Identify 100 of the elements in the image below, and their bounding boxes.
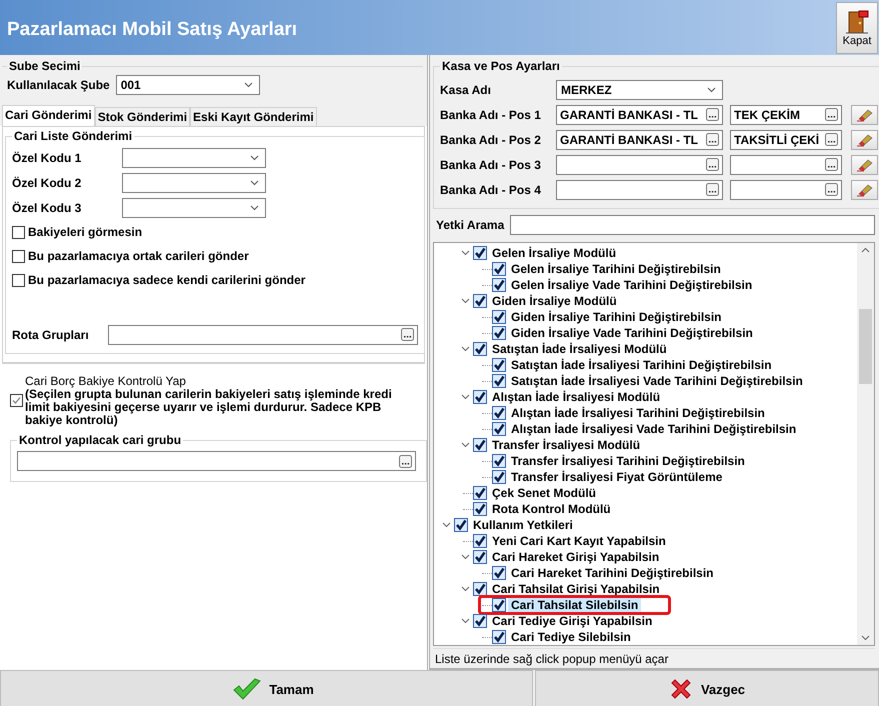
checkbox[interactable] [473, 486, 487, 500]
checkbox[interactable] [473, 550, 487, 564]
ellipsis-icon[interactable] [706, 108, 719, 121]
checkbox[interactable] [454, 518, 468, 532]
installment-field[interactable] [730, 180, 842, 200]
checkbox-label[interactable]: Bu pazarlamacıya sadece kendi carilerini gönder [28, 273, 306, 287]
checkbox-label[interactable]: Bu pazarlamacıya ortak carileri gönder [28, 249, 249, 263]
tree-item[interactable]: Cari Tahsilat Girişi Yapabilsin [489, 582, 663, 596]
installment-field[interactable]: TAKSİTLİ ÇEKİ [730, 130, 842, 150]
ellipsis-icon[interactable] [399, 454, 412, 468]
eraser-button[interactable] [851, 130, 878, 150]
tree-item[interactable]: Satıştan İade İrsaliyesi Modülü [489, 342, 670, 356]
checkbox[interactable] [473, 582, 487, 596]
tree-item[interactable]: Alıştan İade İrsaliyesi Vade Tarihini Değiştirebilsin [508, 422, 800, 436]
eraser-button[interactable] [851, 154, 878, 174]
door-exit-icon [844, 8, 870, 34]
tree-item[interactable]: Giden İrsaliye Tarihini Değiştirebilsin [508, 310, 725, 324]
scrollbar[interactable] [857, 243, 874, 645]
tree-item[interactable]: Alıştan İade İrsaliyesi Tarihini Değiştirebilsin [508, 406, 768, 420]
checkbox[interactable] [473, 614, 487, 628]
bank-field[interactable]: GARANTİ BANKASI - TL [556, 130, 723, 150]
ok-button[interactable]: Tamam [0, 670, 533, 706]
checkbox[interactable] [492, 326, 506, 340]
checkbox[interactable] [492, 374, 506, 388]
checkbox[interactable] [473, 438, 487, 452]
ellipsis-icon[interactable] [706, 183, 719, 196]
checkbox-label[interactable]: Cari Borç Bakiye Kontrolü Yap [25, 374, 395, 388]
bank-field[interactable] [556, 154, 723, 174]
code-select[interactable] [122, 148, 266, 168]
bank-field[interactable]: GARANTİ BANKASI - TL [556, 104, 723, 124]
bank-field[interactable] [556, 180, 723, 200]
checkbox[interactable] [492, 566, 506, 580]
scrollbar-thumb[interactable] [859, 309, 872, 384]
tree-item[interactable]: Cari Tediye Silebilsin [508, 630, 634, 644]
checkbox[interactable] [473, 246, 487, 260]
tree-item[interactable]: Satıştan İade İrsaliyesi Vade Tarihini Değiştirebilsin [508, 374, 806, 388]
checkbox[interactable] [492, 406, 506, 420]
eraser-button[interactable] [851, 104, 878, 124]
checkbox[interactable] [492, 630, 506, 644]
checkbox[interactable] [473, 390, 487, 404]
tree-item[interactable]: Cari Tahsilat Silebilsin [508, 598, 642, 612]
checkbox[interactable] [492, 278, 506, 292]
tab[interactable]: Cari Gönderimi [2, 105, 95, 126]
tree-item[interactable]: Transfer İrsaliyesi Tarihini Değiştirebilsin [508, 454, 748, 468]
ellipsis-icon[interactable] [401, 328, 414, 341]
search-field[interactable] [510, 215, 875, 235]
tree-item[interactable]: Yeni Cari Kart Kayıt Yapabilsin [489, 534, 669, 548]
checkbox[interactable] [473, 294, 487, 308]
checkbox[interactable] [492, 422, 506, 436]
checkbox[interactable] [492, 598, 506, 612]
close-button[interactable]: Kapat [836, 2, 878, 54]
ellipsis-icon[interactable] [825, 133, 838, 146]
tree-item[interactable]: Transfer İrsaliyesi Modülü [489, 438, 644, 452]
code-select[interactable] [122, 198, 266, 218]
tree-item[interactable]: Çek Senet Modülü [489, 486, 600, 500]
ellipsis-icon[interactable] [706, 133, 719, 146]
checkbox[interactable] [492, 470, 506, 484]
code-select[interactable] [122, 172, 266, 192]
ellipsis-icon[interactable] [825, 158, 838, 171]
ellipsis-icon[interactable] [706, 158, 719, 171]
scroll-up-icon[interactable] [861, 247, 870, 253]
tree-item[interactable]: Giden İrsaliye Modülü [489, 294, 620, 308]
tree-item[interactable]: Gelen İrsaliye Vade Tarihini Değiştirebilsin [508, 278, 756, 292]
checkbox[interactable] [492, 454, 506, 468]
tree-item[interactable]: Gelen İrsaliye Modülü [489, 246, 620, 260]
tree-item[interactable]: Cari Hareket Girişi Yapabilsin [489, 550, 662, 564]
checkbox[interactable] [492, 310, 506, 324]
checkbox[interactable] [492, 262, 506, 276]
cari-group-field[interactable] [17, 451, 416, 471]
tree-item[interactable]: Satıştan İade İrsaliyesi Tarihini Değiştirebilsin [508, 358, 775, 372]
cancel-button[interactable]: Vazgec [535, 670, 879, 706]
checkbox[interactable] [12, 226, 25, 238]
tree-item[interactable]: Transfer İrsaliyesi Fiyat Görüntüleme [508, 470, 726, 484]
tab[interactable]: Eski Kayıt Gönderimi [190, 107, 317, 126]
tree-item[interactable]: Kullanım Yetkileri [470, 518, 576, 532]
eraser-button[interactable] [851, 180, 878, 200]
tree-item[interactable]: Giden İrsaliye Vade Tarihini Değiştirebilsin [508, 326, 756, 340]
tree-item[interactable]: Rota Kontrol Modülü [489, 502, 614, 516]
checkbox[interactable] [473, 534, 487, 548]
checkbox[interactable] [473, 502, 487, 516]
checkbox[interactable] [12, 250, 25, 262]
ellipsis-icon[interactable] [825, 108, 838, 121]
checkbox[interactable] [12, 274, 25, 286]
route-group-field[interactable] [108, 324, 418, 344]
scroll-down-icon[interactable] [861, 635, 870, 641]
checkbox[interactable] [473, 342, 487, 356]
tree-item[interactable]: Alıştan İade İrsaliyesi Modülü [489, 390, 664, 404]
checkbox[interactable] [10, 394, 23, 407]
cash-select[interactable]: MERKEZ [556, 80, 723, 100]
installment-field[interactable] [730, 154, 842, 174]
tree-item[interactable]: Gelen İrsaliye Tarihini Değiştirebilsin [508, 262, 724, 276]
ellipsis-icon[interactable] [825, 183, 838, 196]
installment-field[interactable]: TEK ÇEKİM [730, 104, 842, 124]
tab[interactable]: Stok Gönderimi [94, 107, 190, 126]
checkbox[interactable] [492, 358, 506, 372]
checkbox-label[interactable]: Bakiyeleri görmesin [28, 225, 142, 239]
eraser-icon [856, 182, 874, 196]
tree-item[interactable]: Cari Hareket Tarihini Değiştirebilsin [508, 566, 717, 580]
tree-item[interactable]: Cari Tediye Girişi Yapabilsin [489, 614, 656, 628]
branch-select[interactable]: 001 [116, 75, 260, 95]
